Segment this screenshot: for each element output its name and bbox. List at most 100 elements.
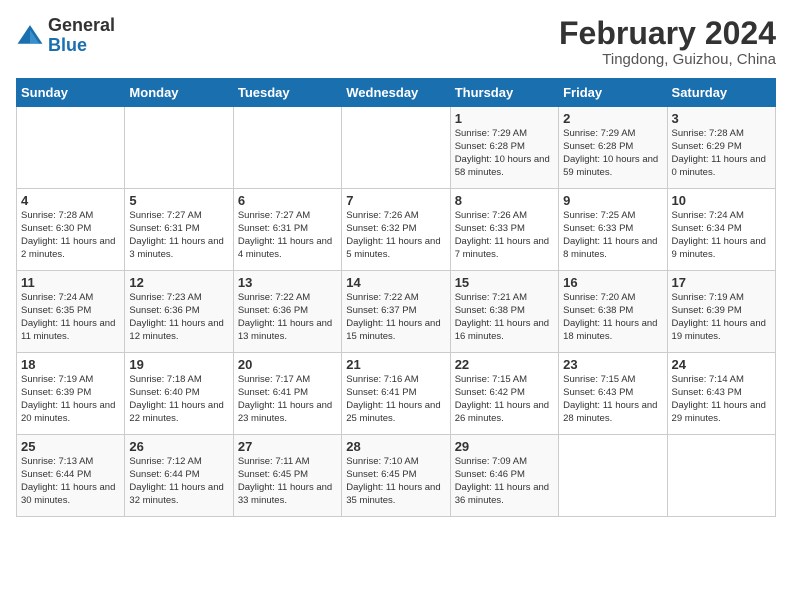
day-number: 14 — [346, 275, 445, 290]
day-number: 8 — [455, 193, 554, 208]
calendar-cell: 15 Sunrise: 7:21 AM Sunset: 6:38 PM Dayli… — [450, 271, 558, 353]
calendar-week-row: 1Sunrise: 7:29 AM Sunset: 6:28 PM Daylig… — [17, 107, 776, 189]
day-info: Sunrise: 7:23 AM Sunset: 6:36 PM Dayligh… — [129, 292, 228, 343]
calendar-cell: 17Sunrise: 7:19 AM Sunset: 6:39 PM Dayli… — [667, 271, 775, 353]
calendar-week-row: 11 Sunrise: 7:24 AM Sunset: 6:35 PM Dayli… — [17, 271, 776, 353]
calendar-cell: 29 Sunrise: 7:09 AM Sunset: 6:46 PM Dayli… — [450, 435, 558, 517]
calendar-cell: 27 Sunrise: 7:11 AM Sunset: 6:45 PM Dayli… — [233, 435, 341, 517]
day-info: Sunrise: 7:17 AM Sunset: 6:41 PM Dayligh… — [238, 374, 337, 425]
day-info: Sunrise: 7:26 AM Sunset: 6:33 PM Dayligh… — [455, 210, 554, 261]
day-info: Sunrise: 7:14 AM Sunset: 6:43 PM Dayligh… — [672, 374, 771, 425]
logo-general: General — [48, 15, 115, 35]
day-number: 25 — [21, 439, 120, 454]
day-number: 27 — [238, 439, 337, 454]
day-number: 10 — [672, 193, 771, 208]
day-info: Sunrise: 7:27 AM Sunset: 6:31 PM Dayligh… — [129, 210, 228, 261]
day-number: 3 — [672, 111, 771, 126]
calendar-cell — [125, 107, 233, 189]
day-number: 6 — [238, 193, 337, 208]
day-info: Sunrise: 7:15 AM Sunset: 6:43 PM Dayligh… — [563, 374, 662, 425]
calendar-cell: 21 Sunrise: 7:16 AM Sunset: 6:41 PM Dayli… — [342, 353, 450, 435]
day-info: Sunrise: 7:12 AM Sunset: 6:44 PM Dayligh… — [129, 456, 228, 507]
calendar-cell: 4Sunrise: 7:28 AM Sunset: 6:30 PM Daylig… — [17, 189, 125, 271]
day-info: Sunrise: 7:18 AM Sunset: 6:40 PM Dayligh… — [129, 374, 228, 425]
location: Tingdong, Guizhou, China — [559, 51, 776, 68]
day-info: Sunrise: 7:16 AM Sunset: 6:41 PM Dayligh… — [346, 374, 445, 425]
calendar-cell: 8 Sunrise: 7:26 AM Sunset: 6:33 PM Daylig… — [450, 189, 558, 271]
day-number: 15 — [455, 275, 554, 290]
weekday-header-row: SundayMondayTuesdayWednesdayThursdayFrid… — [17, 79, 776, 107]
calendar-cell: 7Sunrise: 7:26 AM Sunset: 6:32 PM Daylig… — [342, 189, 450, 271]
day-number: 9 — [563, 193, 662, 208]
calendar-cell — [342, 107, 450, 189]
day-number: 22 — [455, 357, 554, 372]
logo-blue: Blue — [48, 35, 87, 55]
day-info: Sunrise: 7:29 AM Sunset: 6:28 PM Dayligh… — [455, 128, 554, 179]
day-number: 20 — [238, 357, 337, 372]
logo: General Blue — [16, 16, 115, 56]
calendar-cell — [559, 435, 667, 517]
calendar-header: General Blue February 2024 Tingdong, Gui… — [16, 16, 776, 68]
calendar-cell: 5 Sunrise: 7:27 AM Sunset: 6:31 PM Daylig… — [125, 189, 233, 271]
month-year: February 2024 — [559, 16, 776, 51]
day-info: Sunrise: 7:22 AM Sunset: 6:37 PM Dayligh… — [346, 292, 445, 343]
calendar-cell: 16 Sunrise: 7:20 AM Sunset: 6:38 PM Dayli… — [559, 271, 667, 353]
day-info: Sunrise: 7:10 AM Sunset: 6:45 PM Dayligh… — [346, 456, 445, 507]
calendar-page: General Blue February 2024 Tingdong, Gui… — [0, 0, 792, 612]
logo-icon — [16, 22, 44, 50]
day-number: 12 — [129, 275, 228, 290]
day-info: Sunrise: 7:20 AM Sunset: 6:38 PM Dayligh… — [563, 292, 662, 343]
weekday-header-saturday: Saturday — [667, 79, 775, 107]
calendar-cell: 13Sunrise: 7:22 AM Sunset: 6:36 PM Dayli… — [233, 271, 341, 353]
calendar-cell: 18Sunrise: 7:19 AM Sunset: 6:39 PM Dayli… — [17, 353, 125, 435]
calendar-cell: 10 Sunrise: 7:24 AM Sunset: 6:34 PM Dayli… — [667, 189, 775, 271]
day-number: 21 — [346, 357, 445, 372]
weekday-header-thursday: Thursday — [450, 79, 558, 107]
calendar-cell: 22 Sunrise: 7:15 AM Sunset: 6:42 PM Dayli… — [450, 353, 558, 435]
day-number: 17 — [672, 275, 771, 290]
calendar-cell: 20 Sunrise: 7:17 AM Sunset: 6:41 PM Dayli… — [233, 353, 341, 435]
weekday-header-tuesday: Tuesday — [233, 79, 341, 107]
calendar-cell: 19 Sunrise: 7:18 AM Sunset: 6:40 PM Dayli… — [125, 353, 233, 435]
weekday-header-friday: Friday — [559, 79, 667, 107]
calendar-tbody: 1Sunrise: 7:29 AM Sunset: 6:28 PM Daylig… — [17, 107, 776, 517]
calendar-cell: 14 Sunrise: 7:22 AM Sunset: 6:37 PM Dayli… — [342, 271, 450, 353]
calendar-cell: 3 Sunrise: 7:28 AM Sunset: 6:29 PM Daylig… — [667, 107, 775, 189]
day-info: Sunrise: 7:25 AM Sunset: 6:33 PM Dayligh… — [563, 210, 662, 261]
day-number: 23 — [563, 357, 662, 372]
day-info: Sunrise: 7:15 AM Sunset: 6:42 PM Dayligh… — [455, 374, 554, 425]
calendar-cell: 11 Sunrise: 7:24 AM Sunset: 6:35 PM Dayli… — [17, 271, 125, 353]
day-info: Sunrise: 7:13 AM Sunset: 6:44 PM Dayligh… — [21, 456, 120, 507]
calendar-cell: 25 Sunrise: 7:13 AM Sunset: 6:44 PM Dayli… — [17, 435, 125, 517]
day-info: Sunrise: 7:24 AM Sunset: 6:35 PM Dayligh… — [21, 292, 120, 343]
title-block: February 2024 Tingdong, Guizhou, China — [559, 16, 776, 68]
day-info: Sunrise: 7:26 AM Sunset: 6:32 PM Dayligh… — [346, 210, 445, 261]
day-number: 16 — [563, 275, 662, 290]
day-info: Sunrise: 7:27 AM Sunset: 6:31 PM Dayligh… — [238, 210, 337, 261]
calendar-cell — [233, 107, 341, 189]
day-info: Sunrise: 7:09 AM Sunset: 6:46 PM Dayligh… — [455, 456, 554, 507]
day-info: Sunrise: 7:19 AM Sunset: 6:39 PM Dayligh… — [21, 374, 120, 425]
day-info: Sunrise: 7:21 AM Sunset: 6:38 PM Dayligh… — [455, 292, 554, 343]
day-info: Sunrise: 7:28 AM Sunset: 6:29 PM Dayligh… — [672, 128, 771, 179]
day-info: Sunrise: 7:28 AM Sunset: 6:30 PM Dayligh… — [21, 210, 120, 261]
day-number: 29 — [455, 439, 554, 454]
day-info: Sunrise: 7:29 AM Sunset: 6:28 PM Dayligh… — [563, 128, 662, 179]
day-number: 5 — [129, 193, 228, 208]
calendar-cell — [17, 107, 125, 189]
calendar-week-row: 25 Sunrise: 7:13 AM Sunset: 6:44 PM Dayli… — [17, 435, 776, 517]
weekday-header-monday: Monday — [125, 79, 233, 107]
day-number: 11 — [21, 275, 120, 290]
weekday-header-sunday: Sunday — [17, 79, 125, 107]
day-number: 19 — [129, 357, 228, 372]
calendar-cell: 12 Sunrise: 7:23 AM Sunset: 6:36 PM Dayli… — [125, 271, 233, 353]
day-info: Sunrise: 7:24 AM Sunset: 6:34 PM Dayligh… — [672, 210, 771, 261]
weekday-header-wednesday: Wednesday — [342, 79, 450, 107]
day-number: 2 — [563, 111, 662, 126]
calendar-cell: 26Sunrise: 7:12 AM Sunset: 6:44 PM Dayli… — [125, 435, 233, 517]
calendar-cell: 6 Sunrise: 7:27 AM Sunset: 6:31 PM Daylig… — [233, 189, 341, 271]
day-number: 13 — [238, 275, 337, 290]
calendar-cell: 2 Sunrise: 7:29 AM Sunset: 6:28 PM Daylig… — [559, 107, 667, 189]
day-info: Sunrise: 7:11 AM Sunset: 6:45 PM Dayligh… — [238, 456, 337, 507]
calendar-table: SundayMondayTuesdayWednesdayThursdayFrid… — [16, 78, 776, 517]
